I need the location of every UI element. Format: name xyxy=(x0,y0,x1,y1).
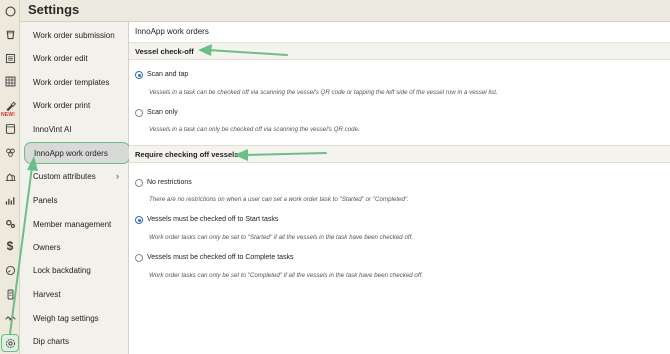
nav-item-label: Custom attributes xyxy=(33,171,96,181)
option-label-must-check-to-start[interactable]: Vessels must be checked off to Start tas… xyxy=(147,216,278,223)
nav-item-weigh-tag-settings[interactable]: Weigh tag settings xyxy=(24,308,128,328)
flask-icon[interactable] xyxy=(2,168,18,184)
nav-item-innoapp-work-orders[interactable]: InnoApp work orders xyxy=(24,142,130,164)
nav-item-panels[interactable]: Panels xyxy=(24,190,128,210)
radio-must-check-to-complete[interactable] xyxy=(135,254,143,262)
chart-icon[interactable] xyxy=(2,192,18,208)
list-icon[interactable] xyxy=(2,50,18,66)
circle-icon[interactable] xyxy=(2,3,18,19)
option-desc-scan-only: Vessels in a task can only be checked of… xyxy=(149,126,360,133)
cluster-icon[interactable] xyxy=(2,144,18,160)
gauge-icon[interactable] xyxy=(2,262,18,278)
option-label-scan-only[interactable]: Scan only xyxy=(147,109,178,116)
dollar-icon[interactable]: $ xyxy=(2,238,18,254)
settings-nav: Work order submission Work order edit Wo… xyxy=(20,22,130,354)
paint-icon[interactable] xyxy=(2,97,18,113)
vessel-checkoff-heading-label: Vessel check-off xyxy=(135,47,194,56)
option-desc-must-check-to-complete: Work order tasks can only be set to "Com… xyxy=(149,272,424,279)
nav-item-lock-backdating[interactable]: Lock backdating xyxy=(24,260,128,280)
radio-no-restrictions[interactable] xyxy=(135,179,143,187)
nav-item-work-order-submission[interactable]: Work order submission xyxy=(24,25,128,45)
nav-item-member-management[interactable]: Member management xyxy=(24,214,128,234)
option-label-no-restrictions[interactable]: No restrictions xyxy=(147,179,192,186)
require-checking-heading-label: Require checking off vessels xyxy=(135,150,239,159)
nav-item-innovint-ai[interactable]: InnoVint AI xyxy=(24,119,128,139)
nav-item-custom-attributes[interactable]: Custom attributes › xyxy=(24,166,128,186)
option-desc-scan-and-tap: Vessels in a task can be checked off via… xyxy=(149,89,498,96)
gear-icon[interactable] xyxy=(2,335,18,351)
battery-icon[interactable] xyxy=(2,286,18,302)
new-badge: NEW! xyxy=(1,112,16,118)
nav-item-harvest[interactable]: Harvest xyxy=(24,284,128,304)
bucket-icon[interactable] xyxy=(2,26,18,42)
radio-must-check-to-start[interactable] xyxy=(135,216,143,224)
page-title: Settings xyxy=(28,2,80,17)
gears-icon[interactable] xyxy=(2,215,18,231)
nav-item-work-order-templates[interactable]: Work order templates xyxy=(24,72,128,92)
radio-scan-only[interactable] xyxy=(135,109,143,117)
option-desc-no-restrictions: There are no restrictions on when a user… xyxy=(149,196,409,203)
grid-icon[interactable] xyxy=(2,73,18,89)
top-header: Settings xyxy=(20,0,670,22)
option-label-scan-and-tap[interactable]: Scan and tap xyxy=(147,71,188,78)
nav-item-work-order-edit[interactable]: Work order edit xyxy=(24,48,128,68)
scale-icon[interactable] xyxy=(2,310,18,326)
require-checking-heading: Require checking off vessels xyxy=(129,145,670,163)
nav-item-owners[interactable]: Owners xyxy=(24,237,128,257)
barrel-icon[interactable] xyxy=(2,120,18,136)
nav-item-work-order-print[interactable]: Work order print xyxy=(24,95,128,115)
main-panel: InnoApp work orders Vessel check-off Sca… xyxy=(129,22,670,354)
chevron-right-icon: › xyxy=(116,171,119,181)
radio-scan-and-tap[interactable] xyxy=(135,71,143,79)
icon-rail: NEW! $ xyxy=(0,0,20,354)
vessel-checkoff-heading: Vessel check-off xyxy=(129,42,670,60)
nav-item-dip-charts[interactable]: Dip charts xyxy=(24,331,128,351)
option-label-must-check-to-complete[interactable]: Vessels must be checked off to Complete … xyxy=(147,254,294,261)
section-title: InnoApp work orders xyxy=(135,27,209,36)
option-desc-must-check-to-start: Work order tasks can only be set to "Sta… xyxy=(149,234,414,241)
